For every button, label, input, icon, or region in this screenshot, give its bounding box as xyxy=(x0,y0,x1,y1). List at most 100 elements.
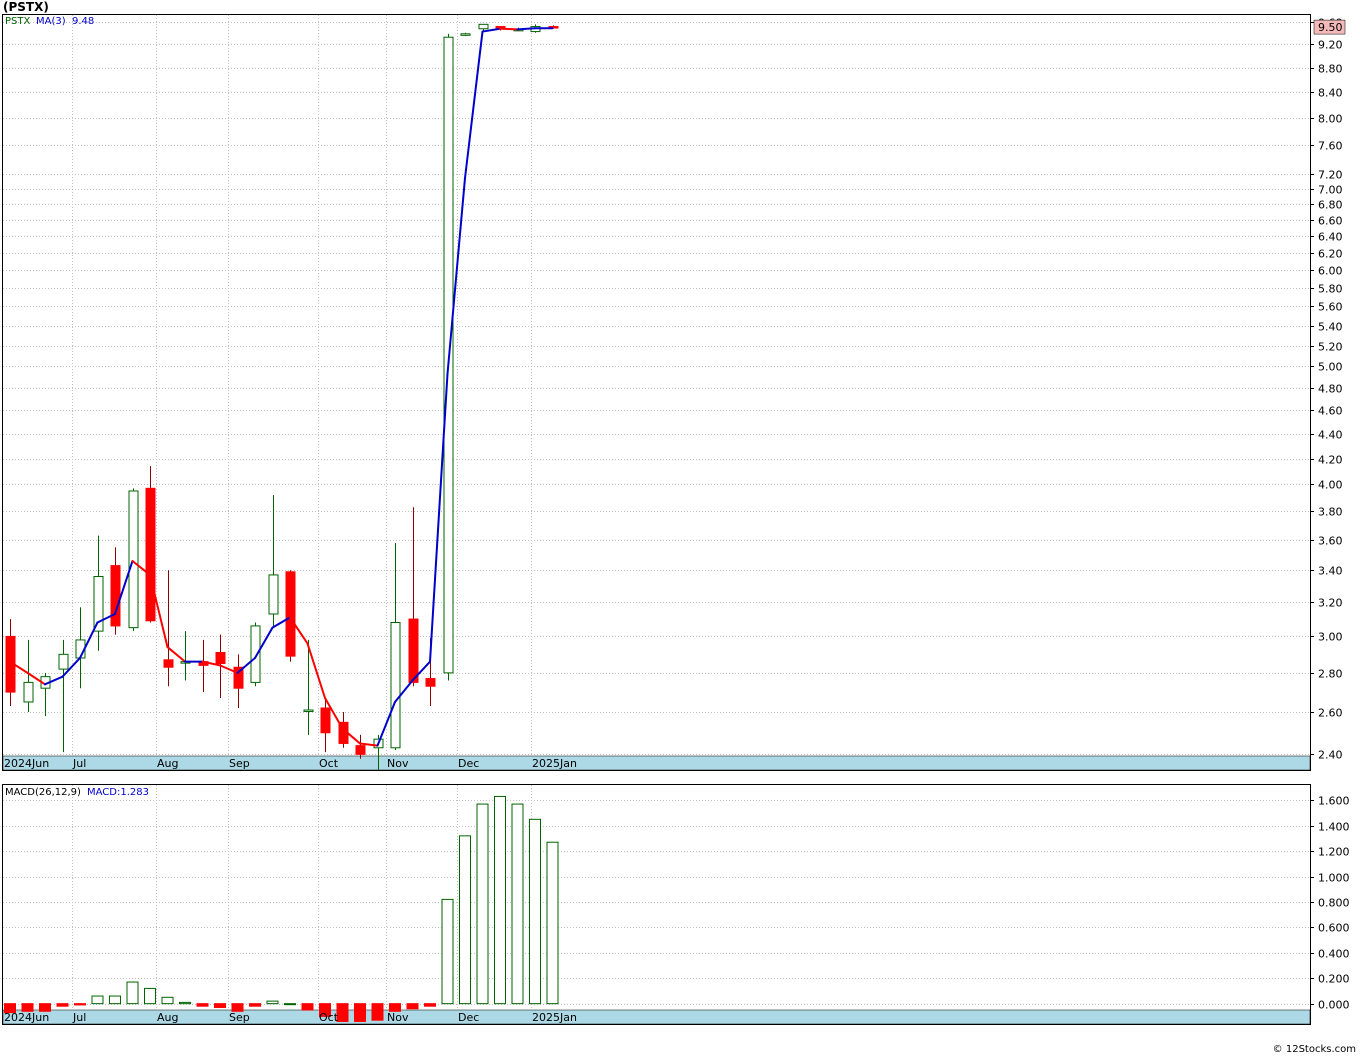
legend-macd-params: MACD(26,12,9) xyxy=(5,787,81,798)
candle-body xyxy=(110,565,121,627)
macd-bar xyxy=(424,1003,436,1007)
macd-tick-label: 0.600 xyxy=(1318,922,1350,935)
candle-body xyxy=(215,652,226,665)
price-panel-border xyxy=(2,14,1311,771)
price-tick-label: 5.20 xyxy=(1318,341,1343,354)
macd-month-label: Sep xyxy=(229,1011,250,1024)
candle-body xyxy=(163,659,174,668)
candle-body xyxy=(128,490,139,629)
price-tick-label: 7.00 xyxy=(1318,184,1343,197)
price-tick-label: 6.20 xyxy=(1318,248,1343,261)
macd-bar xyxy=(494,795,506,1005)
macd-tick-label: 1.400 xyxy=(1318,821,1350,834)
candle-body xyxy=(303,709,314,713)
legend-macd-value: MACD:1.283 xyxy=(87,787,149,798)
macd-bar xyxy=(336,1003,349,1022)
macd-bar xyxy=(249,1003,261,1007)
price-month-label: Aug xyxy=(157,757,178,770)
macd-bar xyxy=(459,835,471,1005)
macd-bar xyxy=(56,1003,69,1007)
price-tick-label: 6.00 xyxy=(1318,265,1343,278)
macd-bar xyxy=(109,995,121,1005)
candle-body xyxy=(268,574,279,615)
macd-bar xyxy=(406,1003,419,1010)
candle-body xyxy=(355,745,366,755)
price-date-strip xyxy=(2,755,1311,771)
price-tick-label: 5.80 xyxy=(1318,283,1343,296)
price-tick-label: 8.00 xyxy=(1318,113,1343,126)
macd-month-label: Nov xyxy=(387,1011,409,1024)
price-tick-label: 3.60 xyxy=(1318,535,1343,548)
price-tick-label: 5.60 xyxy=(1318,301,1343,314)
candle-body xyxy=(390,621,401,749)
macd-tick-label: 0.200 xyxy=(1318,973,1350,986)
macd-date-strip xyxy=(2,1009,1311,1025)
macd-bar xyxy=(441,898,454,1005)
legend-symbol: PSTX xyxy=(5,16,30,27)
candle-body xyxy=(58,653,69,670)
macd-bar xyxy=(511,803,524,1005)
stock-chart: 9.609.208.808.408.007.607.207.006.806.60… xyxy=(2,14,1350,1025)
ma-segment xyxy=(464,30,484,180)
price-tick-label: 3.00 xyxy=(1318,631,1343,644)
price-month-label: Oct xyxy=(319,757,339,770)
price-tick-label: 4.60 xyxy=(1318,405,1343,418)
macd-bar xyxy=(196,1003,209,1007)
macd-tick-label: 0.400 xyxy=(1318,948,1350,961)
macd-bar xyxy=(301,1003,314,1011)
macd-bar xyxy=(144,987,156,1005)
macd-month-label: Aug xyxy=(157,1011,178,1024)
candle-body xyxy=(285,571,296,657)
macd-month-label: 2025Jan xyxy=(532,1011,577,1024)
macd-bar xyxy=(179,1001,191,1005)
macd-month-label: Jul xyxy=(72,1011,86,1024)
candle-body xyxy=(250,625,261,683)
macd-tick-label: 0.800 xyxy=(1318,897,1350,910)
macd-bar xyxy=(354,1003,366,1022)
macd-bar xyxy=(161,996,174,1005)
price-tick-label: 3.80 xyxy=(1318,506,1343,519)
price-tick-label: 8.40 xyxy=(1318,87,1343,100)
ma-segment xyxy=(499,27,519,31)
macd-bar xyxy=(91,995,104,1005)
candle-body xyxy=(425,678,436,687)
macd-bar xyxy=(546,841,559,1005)
macd-bar xyxy=(284,1003,296,1006)
ma-segment xyxy=(516,27,536,31)
price-tick-label: 2.60 xyxy=(1318,707,1343,720)
macd-bar xyxy=(74,1003,86,1006)
macd-tick-label: 0.000 xyxy=(1318,999,1350,1012)
macd-tick-label: 1.000 xyxy=(1318,872,1350,885)
macd-tick-label: 1.200 xyxy=(1318,846,1350,859)
price-tick-label: 7.20 xyxy=(1318,169,1343,182)
macd-month-label: Oct xyxy=(319,1011,339,1024)
price-month-label: Nov xyxy=(387,757,409,770)
ma-segment xyxy=(306,642,326,700)
macd-bar xyxy=(214,1003,226,1008)
price-tick-label: 4.20 xyxy=(1318,454,1343,467)
price-month-label: Jul xyxy=(72,757,86,770)
price-tick-label: 6.80 xyxy=(1318,199,1343,212)
price-month-label: Sep xyxy=(229,757,250,770)
price-month-label: 2025Jan xyxy=(532,757,577,770)
price-tick-label: 5.40 xyxy=(1318,321,1343,334)
price-month-label: Dec xyxy=(458,757,479,770)
macd-month-label: 2024Jun xyxy=(4,1011,49,1024)
price-tick-label: 6.60 xyxy=(1318,215,1343,228)
price-tick-label: 3.40 xyxy=(1318,565,1343,578)
price-tick-label: 4.00 xyxy=(1318,479,1343,492)
candle-body xyxy=(478,23,489,30)
macd-tick-label: 1.600 xyxy=(1318,795,1350,808)
price-tick-label: 5.00 xyxy=(1318,361,1343,374)
price-tick-label: 4.80 xyxy=(1318,383,1343,396)
macd-bar xyxy=(266,1000,279,1005)
macd-bar xyxy=(529,818,541,1005)
price-tick-label: 2.80 xyxy=(1318,668,1343,681)
price-tick-label: 6.40 xyxy=(1318,231,1343,244)
last-price-label: 9.50 xyxy=(1318,21,1343,34)
price-tick-label: 2.40 xyxy=(1318,749,1343,762)
macd-bar xyxy=(371,1003,384,1021)
macd-month-label: Dec xyxy=(458,1011,479,1024)
price-tick-label: 3.20 xyxy=(1318,597,1343,610)
price-tick-label: 7.60 xyxy=(1318,140,1343,153)
